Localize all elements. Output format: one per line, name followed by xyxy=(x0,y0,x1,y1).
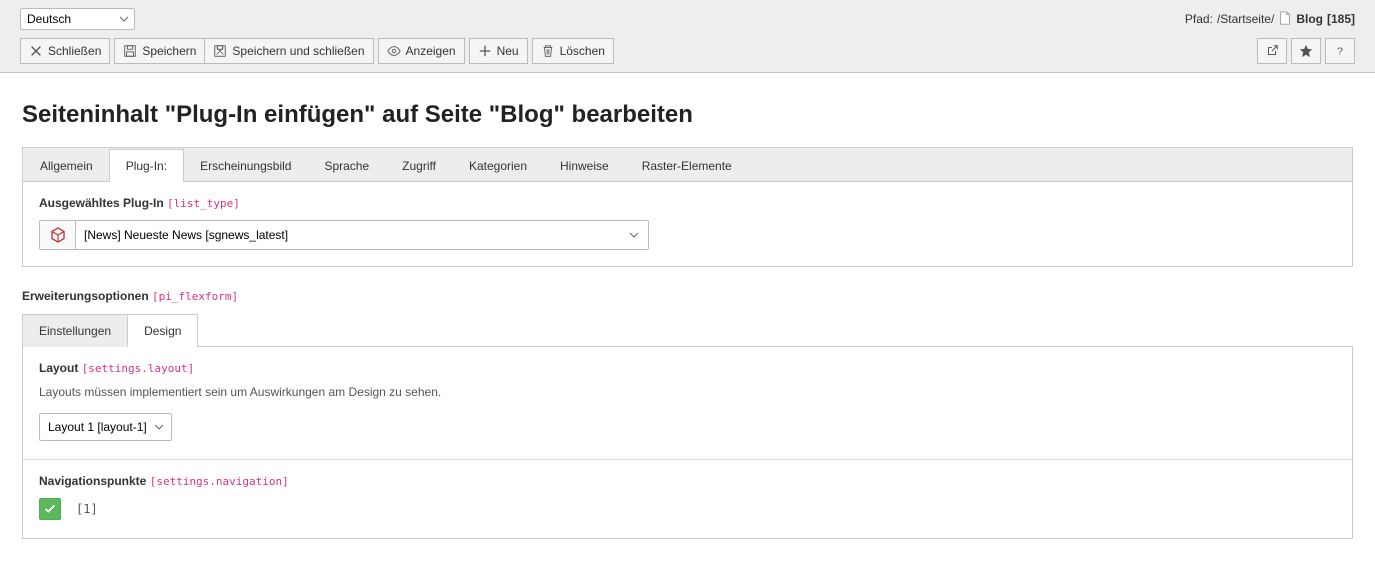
breadcrumb: Pfad: /Startseite/ Blog [185] xyxy=(1185,11,1355,28)
path-segment: /Startseite/ xyxy=(1217,12,1274,26)
layout-help: Layouts müssen implementiert sein um Aus… xyxy=(39,385,1336,399)
path-id: [185] xyxy=(1327,12,1355,26)
eye-icon xyxy=(387,44,401,58)
flexform-tabs: Einstellungen Design xyxy=(22,313,1353,347)
subtab-einstellungen[interactable]: Einstellungen xyxy=(22,314,128,347)
save-close-label: Speichern und schließen xyxy=(232,44,364,58)
tab-kategorien[interactable]: Kategorien xyxy=(452,149,544,182)
flexform-label-text: Erweiterungsoptionen xyxy=(22,289,149,303)
tab-raster[interactable]: Raster-Elemente xyxy=(625,149,749,182)
save-close-button[interactable]: Speichern und schließen xyxy=(204,38,373,64)
subtab-design[interactable]: Design xyxy=(127,314,198,347)
tab-plugin[interactable]: Plug-In: xyxy=(109,149,184,182)
plugin-type-icon xyxy=(39,220,75,250)
navigation-checkbox[interactable] xyxy=(39,498,61,520)
navigation-field: Navigationspunkte [settings.navigation] … xyxy=(39,474,1336,520)
tab-hinweise[interactable]: Hinweise xyxy=(543,149,626,182)
new-label: Neu xyxy=(497,44,519,58)
close-button[interactable]: Schließen xyxy=(20,38,110,64)
language-select[interactable]: Deutsch xyxy=(20,8,135,30)
svg-text:?: ? xyxy=(1337,46,1343,58)
flexform-panel: Layout [settings.layout] Layouts müssen … xyxy=(22,347,1353,539)
navigation-label-text: Navigationspunkte xyxy=(39,474,146,488)
flexform-label: Erweiterungsoptionen [pi_flexform] xyxy=(22,289,1353,303)
plus-icon xyxy=(478,44,492,58)
plugin-field-label: Ausgewähltes Plug-In [list_type] xyxy=(39,196,1336,210)
view-label: Anzeigen xyxy=(406,44,456,58)
close-icon xyxy=(29,44,43,58)
plugin-label-text: Ausgewähltes Plug-In xyxy=(39,196,164,210)
star-icon xyxy=(1299,44,1313,58)
navigation-key: [settings.navigation] xyxy=(150,475,289,488)
toolbar: Schließen Speichern Speichern und schlie… xyxy=(20,38,1355,64)
bookmark-button[interactable] xyxy=(1291,38,1321,64)
new-button[interactable]: Neu xyxy=(469,38,528,64)
tab-zugriff[interactable]: Zugriff xyxy=(385,149,453,182)
path-page: Blog xyxy=(1296,12,1323,26)
close-label: Schließen xyxy=(48,44,101,58)
module-body: Seiteninhalt "Plug-In einfügen" auf Seit… xyxy=(0,73,1375,569)
save-close-icon xyxy=(213,44,227,58)
layout-label: Layout [settings.layout] xyxy=(39,361,1336,375)
navigation-value: [1] xyxy=(76,502,98,516)
layout-select[interactable]: Layout 1 [layout-1] xyxy=(39,413,172,441)
main-tabs: Allgemein Plug-In: Erscheinungsbild Spra… xyxy=(22,147,1353,182)
save-button[interactable]: Speichern xyxy=(114,38,205,64)
path-label: Pfad: xyxy=(1185,12,1213,26)
save-label: Speichern xyxy=(142,44,196,58)
page-icon xyxy=(1278,11,1292,28)
doc-header: Deutsch Pfad: /Startseite/ Blog [185] Sc… xyxy=(0,0,1375,73)
tab-allgemein[interactable]: Allgemein xyxy=(23,149,110,182)
flexform-key: [pi_flexform] xyxy=(152,290,238,303)
help-icon: ? xyxy=(1333,44,1347,58)
tab-erscheinungsbild[interactable]: Erscheinungsbild xyxy=(183,149,308,182)
delete-button[interactable]: Löschen xyxy=(532,38,614,64)
layout-label-text: Layout xyxy=(39,361,78,375)
external-link-icon xyxy=(1265,44,1279,58)
navigation-label: Navigationspunkte [settings.navigation] xyxy=(39,474,1336,488)
open-new-window-button[interactable] xyxy=(1257,38,1287,64)
plugin-field-key: [list_type] xyxy=(167,197,240,210)
save-icon xyxy=(123,44,137,58)
plugin-select[interactable]: [News] Neueste News [sgnews_latest] xyxy=(75,220,649,250)
layout-key: [settings.layout] xyxy=(82,362,195,375)
delete-label: Löschen xyxy=(560,44,605,58)
page-title: Seiteninhalt "Plug-In einfügen" auf Seit… xyxy=(22,101,1353,129)
view-button[interactable]: Anzeigen xyxy=(378,38,465,64)
plugin-section: Ausgewähltes Plug-In [list_type] [News] … xyxy=(22,182,1353,267)
trash-icon xyxy=(541,44,555,58)
help-button[interactable]: ? xyxy=(1325,38,1355,64)
tab-sprache[interactable]: Sprache xyxy=(307,149,386,182)
layout-field: Layout [settings.layout] Layouts müssen … xyxy=(39,361,1336,441)
